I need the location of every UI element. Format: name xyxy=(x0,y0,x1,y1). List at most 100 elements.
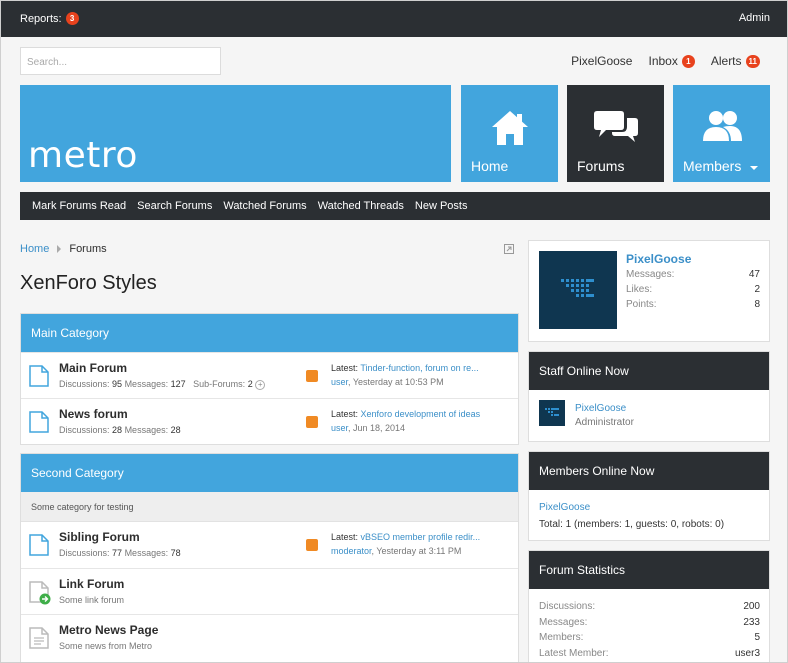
rss-icon[interactable] xyxy=(306,416,318,428)
stat-label: Discussions: xyxy=(59,548,110,558)
page-frame: Reports: 3 Admin Search... PixelGoose In… xyxy=(0,0,788,663)
stat-label: Members: xyxy=(539,632,584,643)
stat-label: Discussions: xyxy=(59,379,110,389)
latest-user-link[interactable]: user xyxy=(331,377,348,387)
latest-post: Latest: Xenforo development of ideas use… xyxy=(331,407,511,435)
latest-date: , Jun 18, 2014 xyxy=(348,423,406,433)
stat-label: Messages: xyxy=(124,548,169,558)
link-forum-icon xyxy=(29,581,51,605)
stat-row: Discussions: 200 xyxy=(539,601,760,617)
forum-stats: Discussions: 28 Messages: 28 xyxy=(59,425,181,435)
profile-stats: Messages: 47 Likes: 2 Points: 8 xyxy=(626,269,760,314)
stat-label: Latest Member: xyxy=(539,647,609,659)
online-member-link[interactable]: PixelGoose xyxy=(539,502,590,513)
nav-new-posts[interactable]: New Posts xyxy=(415,200,468,212)
stat-value: 28 xyxy=(112,425,123,435)
latest-user-link[interactable]: user xyxy=(331,423,348,433)
stat-value: 127 xyxy=(170,379,186,389)
forum-title[interactable]: Sibling Forum xyxy=(59,530,140,544)
stat-row: Messages: 47 xyxy=(626,269,760,284)
tab-members[interactable]: Members xyxy=(673,85,770,182)
latest-label: Latest: xyxy=(331,363,359,373)
breadcrumb-home[interactable]: Home xyxy=(20,243,49,255)
chevron-down-icon[interactable] xyxy=(750,166,758,170)
stat-label: Discussions: xyxy=(59,425,110,435)
tab-home[interactable]: Home xyxy=(461,85,558,182)
latest-thread-link[interactable]: Tinder-function, forum on re... xyxy=(360,363,478,373)
forum-row: News forum Discussions: 28 Messages: 28 … xyxy=(21,398,518,444)
category-second: Second Category Some category for testin… xyxy=(20,453,519,662)
stat-value: 233 xyxy=(743,616,760,628)
stat-label: Discussions: xyxy=(539,601,596,612)
forum-subtitle: Some link forum xyxy=(59,595,125,605)
avatar[interactable] xyxy=(539,251,617,329)
forum-stats: Discussions: 77 Messages: 78 xyxy=(59,548,181,558)
panel-title: Staff Online Now xyxy=(529,352,769,390)
latest-date: , Yesterday at 3:11 PM xyxy=(371,546,462,556)
latest-thread-link[interactable]: Xenforo development of ideas xyxy=(361,409,481,419)
inbox-link[interactable]: Inbox 1 xyxy=(648,54,695,68)
forum-subtitle: Some news from Metro xyxy=(59,641,153,651)
rss-icon[interactable] xyxy=(306,539,318,551)
user-links: PixelGoose Inbox 1 Alerts 11 xyxy=(571,54,760,68)
logo-tile[interactable]: metro xyxy=(20,85,451,182)
staff-username[interactable]: PixelGoose xyxy=(575,403,626,414)
stat-label: Messages: xyxy=(626,269,675,280)
username-link[interactable]: PixelGoose xyxy=(571,54,632,68)
external-link-icon[interactable] xyxy=(504,244,514,254)
latest-post: Latest: Tinder-function, forum on re... … xyxy=(331,361,511,389)
breadcrumb-current[interactable]: Forums xyxy=(69,243,106,255)
latest-member-link[interactable]: user3 xyxy=(735,648,760,663)
inbox-label: Inbox xyxy=(648,54,678,68)
admin-link[interactable]: Admin xyxy=(739,12,770,24)
forum-title[interactable]: Link Forum xyxy=(59,577,124,591)
nav-mark-forums-read[interactable]: Mark Forums Read xyxy=(32,200,126,212)
forum-title[interactable]: Main Forum xyxy=(59,361,127,375)
tab-members-label: Members xyxy=(683,158,742,174)
search-input[interactable]: Search... xyxy=(20,47,221,75)
forum-icon xyxy=(29,534,49,556)
stat-label: Likes: xyxy=(626,284,653,295)
latest-label: Latest: xyxy=(331,409,359,419)
tab-home-label: Home xyxy=(471,158,509,174)
expand-subforums-icon[interactable]: + xyxy=(255,379,266,390)
latest-user-link[interactable]: moderator xyxy=(331,546,372,556)
nav-search-forums[interactable]: Search Forums xyxy=(137,200,212,212)
forum-title[interactable]: Metro News Page xyxy=(59,623,158,637)
staff-online-panel: Staff Online Now PixelGoose Administrato… xyxy=(528,351,770,442)
inbox-count-badge: 1 xyxy=(681,54,695,68)
nav-watched-threads[interactable]: Watched Threads xyxy=(318,200,404,212)
sub-nav-bar: Mark Forums Read Search Forums Watched F… xyxy=(20,192,770,220)
avatar-logo-icon xyxy=(545,408,559,416)
alerts-link[interactable]: Alerts 11 xyxy=(711,54,760,68)
category-title[interactable]: Main Category xyxy=(21,314,518,352)
tab-forums[interactable]: Forums xyxy=(567,85,664,182)
page-title: XenForo Styles xyxy=(20,272,157,294)
forum-row: Metro News Page Some news from Metro xyxy=(21,614,518,660)
alerts-count-badge: 11 xyxy=(745,54,760,68)
profile-username[interactable]: PixelGoose xyxy=(626,252,691,266)
latest-thread-link[interactable]: vBSEO member profile redir... xyxy=(361,532,481,542)
forum-icon xyxy=(29,365,49,387)
reports-link[interactable]: Reports: 3 xyxy=(20,12,79,25)
stat-value: 78 xyxy=(170,548,181,558)
stat-value: 2 xyxy=(754,284,760,295)
forum-row: Sibling Forum Discussions: 77 Messages: … xyxy=(21,522,518,568)
nav-watched-forums[interactable]: Watched Forums xyxy=(223,200,306,212)
avatar[interactable] xyxy=(539,400,565,426)
subforums-label: Sub-Forums: xyxy=(193,379,246,389)
panel-title: Members Online Now xyxy=(529,452,769,490)
forum-icon xyxy=(29,411,49,433)
forum-title[interactable]: News forum xyxy=(59,407,128,421)
stat-value: 28 xyxy=(170,425,181,435)
stat-label: Points: xyxy=(626,299,657,310)
breadcrumb: Home Forums xyxy=(20,243,107,255)
breadcrumb-separator-icon xyxy=(57,245,62,253)
category-title[interactable]: Second Category xyxy=(21,454,518,492)
forum-row: Link Forum Some link forum xyxy=(21,568,518,614)
stat-value: 200 xyxy=(743,601,760,612)
rss-icon[interactable] xyxy=(306,370,318,382)
latest-date: , Yesterday at 10:53 PM xyxy=(348,377,444,387)
category-description: Some category for testing xyxy=(21,492,518,522)
forum-row: Main Forum Discussions: 95 Messages: 127… xyxy=(21,352,518,398)
